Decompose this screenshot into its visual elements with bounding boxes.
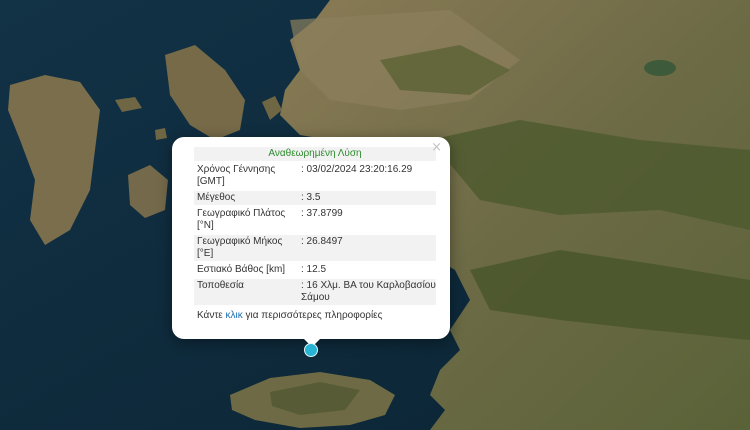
earthquake-info-popup: × Αναθεωρημένη Λύση Χρόνος Γέννησης [GMT… xyxy=(172,137,450,339)
info-value: : 16 Χλμ. ΒΑ του Καρλοβασίου Σάμου xyxy=(301,280,436,303)
islet xyxy=(155,128,167,140)
info-label: Χρόνος Γέννησης [GMT] xyxy=(197,164,276,187)
lake xyxy=(644,60,676,76)
more-info-link[interactable]: κλικ xyxy=(226,310,243,321)
info-row-depth: Εστιακό Βάθος [km] : 12.5 xyxy=(194,263,436,277)
info-row-longitude: Γεωγραφικό Μήκος [°E] : 26.8497 xyxy=(194,235,436,261)
info-value: : 3.5 xyxy=(301,192,321,203)
info-label: Μέγεθος xyxy=(197,192,236,203)
earthquake-epicenter-icon[interactable] xyxy=(304,343,318,357)
info-label: Τοποθεσία xyxy=(197,280,244,291)
info-row-origin-time: Χρόνος Γέννησης [GMT] : 03/02/2024 23:20… xyxy=(194,163,436,189)
popup-heading: Αναθεωρημένη Λύση xyxy=(194,147,436,161)
footer-prefix: Κάντε xyxy=(197,310,226,321)
info-value: : 12.5 xyxy=(301,264,327,275)
info-value: : 26.8497 xyxy=(301,236,343,247)
info-row-magnitude: Μέγεθος : 3.5 xyxy=(194,191,436,205)
more-info-text: Κάντε κλικ για περισσότερες πληροφορίες xyxy=(194,310,436,321)
info-label: Γεωγραφικό Πλάτος [°N] xyxy=(197,208,286,231)
close-icon[interactable]: × xyxy=(431,140,442,156)
info-value: : 37.8799 xyxy=(301,208,343,219)
info-row-latitude: Γεωγραφικό Πλάτος [°N] : 37.8799 xyxy=(194,207,436,233)
info-label: Γεωγραφικό Μήκος [°E] xyxy=(197,236,283,259)
info-label: Εστιακό Βάθος [km] xyxy=(197,264,286,275)
footer-suffix: για περισσότερες πληροφορίες xyxy=(242,310,383,321)
info-row-location: Τοποθεσία : 16 Χλμ. ΒΑ του Καρλοβασίου Σ… xyxy=(194,279,436,305)
info-value: : 03/02/2024 23:20:16.29 xyxy=(301,164,413,175)
